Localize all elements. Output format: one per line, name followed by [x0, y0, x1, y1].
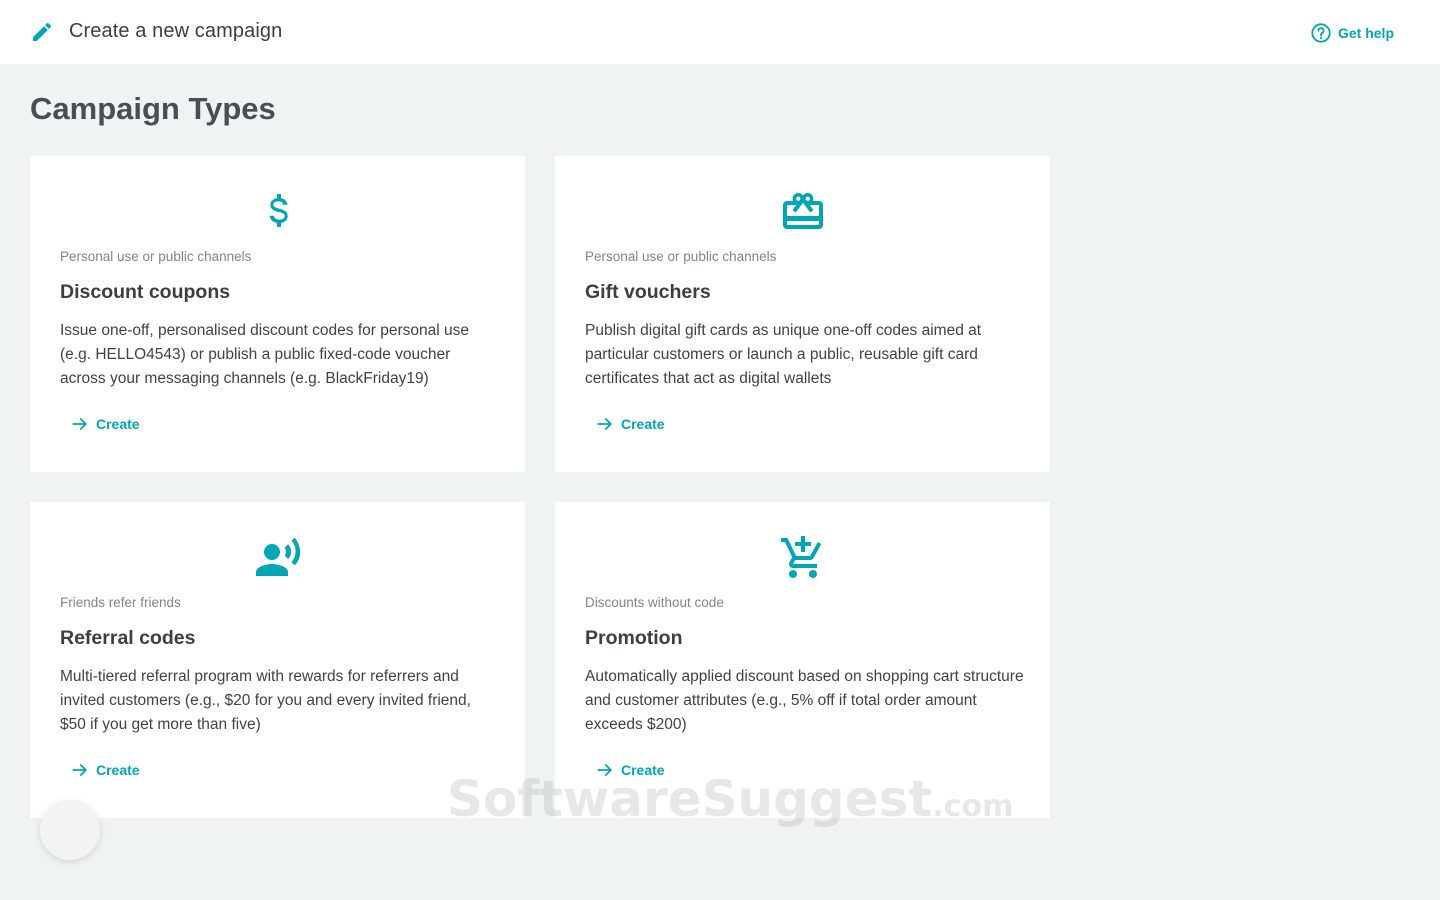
card-description: Publish digital gift cards as unique one…: [585, 322, 982, 387]
gift-card-icon: [782, 193, 823, 229]
arrow-right-icon: [72, 764, 87, 776]
create-label[interactable]: Create: [621, 762, 665, 778]
create-label[interactable]: Create: [96, 762, 140, 778]
arrow-right-icon: [72, 418, 87, 430]
get-help-label[interactable]: Get help: [1338, 25, 1394, 41]
card-kicker: Personal use or public channels: [60, 249, 252, 264]
card-kicker: Discounts without code: [585, 595, 724, 610]
arrow-right-icon: [597, 764, 612, 776]
floating-button[interactable]: [40, 800, 100, 860]
campaign-card-gift-vouchers: Personal use or public channels Gift vou…: [555, 156, 1050, 472]
header-title: Create a new campaign: [69, 20, 283, 42]
card-description: Multi-tiered referral program with rewar…: [60, 668, 471, 733]
card-title: Gift vouchers: [585, 281, 711, 303]
dollar-icon: [269, 194, 288, 227]
card-description: Issue one-off, personalised discount cod…: [60, 322, 469, 387]
create-gift-vouchers-button[interactable]: Create: [595, 414, 665, 434]
card-kicker: Personal use or public channels: [585, 249, 777, 264]
pencil-icon: [33, 22, 52, 41]
help-circle-icon: [1311, 23, 1331, 43]
card-title: Promotion: [585, 627, 683, 649]
create-promotion-button[interactable]: Create: [595, 760, 665, 780]
top-bar: Create a new campaign Get help: [0, 0, 1440, 64]
create-referral-codes-button[interactable]: Create: [70, 760, 140, 780]
get-help-link[interactable]: Get help: [1310, 21, 1394, 45]
record-voice-icon: [255, 537, 300, 576]
campaign-card-discount-coupons: Personal use or public channels Discount…: [30, 156, 525, 472]
card-kicker: Friends refer friends: [60, 595, 181, 610]
arrow-right-icon: [597, 418, 612, 430]
add-to-cart-icon: [780, 536, 821, 578]
campaign-card-promotion: Discounts without code Promotion Automat…: [555, 502, 1050, 818]
create-discount-coupons-button[interactable]: Create: [70, 414, 140, 434]
create-label[interactable]: Create: [96, 416, 140, 432]
create-label[interactable]: Create: [621, 416, 665, 432]
page-title: Campaign Types: [30, 91, 276, 126]
card-title: Discount coupons: [60, 281, 231, 303]
campaign-card-referral-codes: Friends refer friends Referral codes Mul…: [30, 502, 525, 818]
card-description: Automatically applied discount based on …: [585, 668, 1024, 733]
card-title: Referral codes: [60, 627, 196, 649]
